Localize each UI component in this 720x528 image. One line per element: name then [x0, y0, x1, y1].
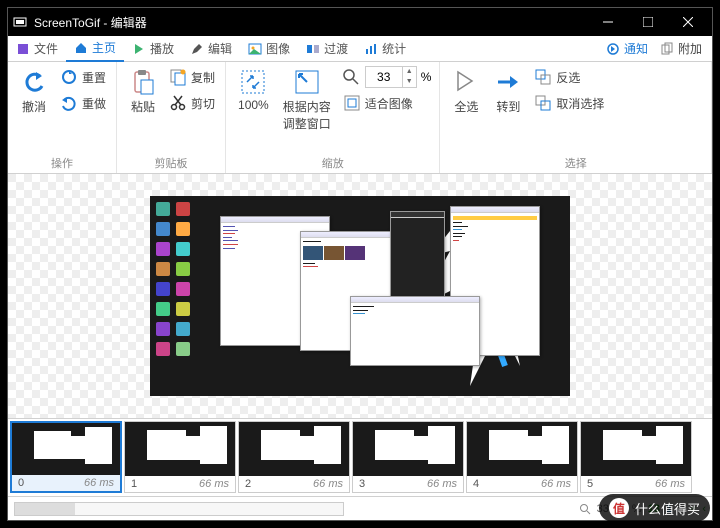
thumbnail[interactable]: 066 ms — [10, 421, 122, 493]
thumbnail[interactable]: 466 ms — [466, 421, 578, 493]
undo-button[interactable]: 撤消 — [16, 66, 52, 117]
tab-file[interactable]: 文件 — [8, 36, 66, 62]
tab-edit[interactable]: 编辑 — [182, 36, 240, 62]
frame-preview: ▬▬▬▬▬▬▬▬▬▬▬▬▬▬▬▬▬▬▬▬▬▬▬▬▬▬▬▬▬▬ ▬▬▬▬▬▬▬▬▬… — [150, 196, 570, 396]
maximize-button[interactable] — [628, 8, 668, 36]
watermark-icon: 值 — [609, 498, 629, 518]
close-button[interactable] — [668, 8, 708, 36]
paste-button[interactable]: 粘贴 — [125, 66, 161, 117]
thumbnail[interactable]: 266 ms — [238, 421, 350, 493]
cut-button[interactable]: 剪切 — [167, 92, 217, 114]
group-select: 全选 转到 反选 取消选择 选择 — [440, 62, 712, 173]
watermark-badge: 值 什么值得买 — [599, 494, 710, 522]
status-magnifier-icon — [579, 503, 591, 515]
zoom-100-button[interactable]: 100% — [234, 66, 273, 114]
tab-stats[interactable]: 统计 — [356, 36, 414, 62]
extra-button[interactable]: 附加 — [658, 38, 704, 59]
inverse-button[interactable]: 反选 — [532, 66, 606, 88]
reset-button[interactable]: 重置 — [58, 66, 108, 88]
titlebar: ScreenToGif - 编辑器 — [8, 8, 712, 36]
redo-button[interactable]: 重做 — [58, 92, 108, 114]
thumbnail-strip: 066 ms166 ms266 ms366 ms466 ms566 ms — [8, 418, 712, 496]
thumbnail[interactable]: 366 ms — [352, 421, 464, 493]
canvas-area[interactable]: ▬▬▬▬▬▬▬▬▬▬▬▬▬▬▬▬▬▬▬▬▬▬▬▬▬▬▬▬▬▬ ▬▬▬▬▬▬▬▬▬… — [8, 174, 712, 418]
tab-transition[interactable]: 过渡 — [298, 36, 356, 62]
tab-play[interactable]: 播放 — [124, 36, 182, 62]
zoom-input[interactable]: ▲▼ — [365, 66, 417, 88]
group-ops: 撤消 重置 重做 操作 — [8, 62, 117, 173]
fit-content-button[interactable]: 根据内容 调整窗口 — [279, 66, 335, 134]
notify-button[interactable]: 通知 — [606, 40, 648, 57]
app-window: ScreenToGif - 编辑器 文件 主页 播放 编辑 图像 过渡 统计 通… — [7, 7, 713, 521]
thumb-scrollbar[interactable] — [14, 502, 344, 516]
select-all-button[interactable]: 全选 — [448, 66, 484, 117]
deselect-button[interactable]: 取消选择 — [532, 92, 606, 114]
window-title: ScreenToGif - 编辑器 — [34, 14, 588, 31]
magnifier-icon — [341, 67, 361, 87]
ribbon-tabs: 文件 主页 播放 编辑 图像 过渡 统计 通知 附加 — [8, 36, 712, 62]
thumbnail[interactable]: 566 ms — [580, 421, 692, 493]
fit-image-button[interactable]: 适合图像 — [341, 92, 432, 114]
app-icon — [12, 14, 28, 30]
minimize-button[interactable] — [588, 8, 628, 36]
tab-image[interactable]: 图像 — [240, 36, 298, 62]
copy-button[interactable]: 复制 — [167, 66, 217, 88]
tab-home[interactable]: 主页 — [66, 36, 124, 62]
group-zoom: 100% 根据内容 调整窗口 ▲▼ % 适合图像 缩放 — [226, 62, 440, 173]
ribbon: 撤消 重置 重做 操作 粘贴 复制 剪切 剪贴板 100% 根据内容 调整窗 — [8, 62, 712, 174]
goto-button[interactable]: 转到 — [490, 66, 526, 117]
group-clipboard: 粘贴 复制 剪切 剪贴板 — [117, 62, 226, 173]
thumbnail[interactable]: 166 ms — [124, 421, 236, 493]
